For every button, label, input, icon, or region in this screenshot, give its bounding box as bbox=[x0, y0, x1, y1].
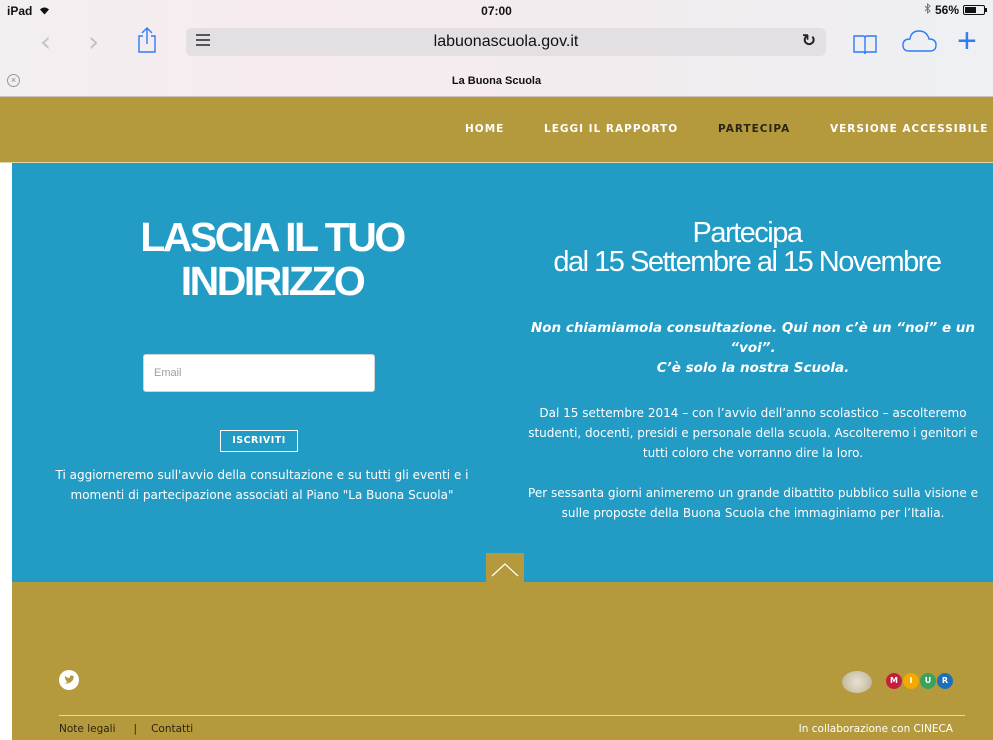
subscribe-button[interactable]: ISCRIVITI bbox=[220, 430, 298, 452]
status-right: 56% bbox=[924, 2, 987, 17]
tab-title[interactable]: La Buona Scuola bbox=[0, 75, 993, 87]
reload-icon[interactable]: ↻ bbox=[802, 31, 816, 51]
participate-paragraph-1: Dal 15 settembre 2014 – con l’avvio dell… bbox=[528, 406, 978, 460]
twitter-icon[interactable] bbox=[59, 670, 79, 690]
chevron-up-icon bbox=[491, 563, 519, 577]
footer-links: Note legali | Contatti bbox=[59, 723, 205, 735]
tagline-line1: Non chiamiamola consultazione. Qui non c… bbox=[530, 320, 976, 356]
participate-tagline: Non chiamiamola consultazione. Qui non c… bbox=[518, 318, 988, 378]
hero-section: LASCIA IL TUO INDIRIZZO ISCRIVITI Ti agg… bbox=[12, 163, 993, 583]
address-bar[interactable]: labuonascuola.gov.it ↻ bbox=[186, 28, 826, 56]
republic-emblem-logo bbox=[842, 671, 872, 693]
site-nav: HOME LEGGI IL RAPPORTO PARTECIPA VERSION… bbox=[0, 97, 993, 163]
nav-partecipa[interactable]: PARTECIPA bbox=[718, 123, 790, 135]
nav-leggi-il-rapporto[interactable]: LEGGI IL RAPPORTO bbox=[544, 123, 678, 135]
browser-toolbar: ‹ › labuonascuola.gov.it ↻ + bbox=[0, 22, 993, 62]
tagline-line2: C’è solo la nostra Scuola. bbox=[656, 360, 850, 376]
participate-paragraph-2: Per sessanta giorni animeremo un grande … bbox=[528, 486, 978, 520]
participate-title-line1: Partecipa bbox=[692, 217, 803, 249]
share-icon[interactable] bbox=[136, 26, 158, 56]
status-time: 07:00 bbox=[481, 4, 512, 18]
note-legali-link[interactable]: Note legali bbox=[59, 723, 116, 735]
contatti-link[interactable]: Contatti bbox=[151, 723, 193, 735]
signup-title-line1: LASCIA IL TUO bbox=[140, 214, 406, 260]
bluetooth-icon bbox=[924, 2, 931, 17]
signup-info: Ti aggiorneremo sull'avvio della consult… bbox=[55, 468, 469, 502]
participate-title: Partecipa dal 15 Settembre al 15 Novembr… bbox=[502, 219, 992, 277]
miur-letter-u: U bbox=[920, 673, 936, 689]
back-icon[interactable]: ‹ bbox=[40, 25, 51, 59]
scroll-to-top-button[interactable] bbox=[486, 553, 524, 583]
signup-title: LASCIA IL TUO INDIRIZZO bbox=[82, 215, 462, 303]
nav-versione-accessibile[interactable]: VERSIONE ACCESSIBILE bbox=[830, 123, 988, 135]
miur-letter-r: R bbox=[937, 673, 953, 689]
email-input[interactable] bbox=[143, 354, 375, 392]
browser-chrome: iPad 07:00 56% ‹ › labuonascuola.gov.it … bbox=[0, 0, 993, 97]
bookmarks-icon[interactable] bbox=[852, 30, 878, 55]
miur-letter-i: I bbox=[903, 673, 919, 689]
footer: M I U R Note legali | Contatti In collabor… bbox=[12, 582, 993, 740]
forward-icon[interactable]: › bbox=[88, 25, 99, 59]
address-url: labuonascuola.gov.it bbox=[433, 33, 579, 50]
footer-divider bbox=[59, 715, 965, 716]
participate-title-line2: dal 15 Settembre al 15 Novembre bbox=[553, 246, 942, 278]
signup-title-line2: INDIRIZZO bbox=[180, 258, 366, 304]
tab-bar: × La Buona Scuola bbox=[0, 66, 993, 97]
nav-home[interactable]: HOME bbox=[465, 123, 504, 135]
status-bar: iPad 07:00 56% bbox=[0, 0, 993, 20]
battery-icon bbox=[963, 5, 987, 15]
new-tab-icon[interactable]: + bbox=[957, 22, 977, 60]
miur-letter-m: M bbox=[886, 673, 902, 689]
collaboration-credit: In collaborazione con CINECA bbox=[798, 723, 953, 735]
battery-percent: 56% bbox=[934, 3, 959, 17]
miur-logo: M I U R bbox=[886, 673, 953, 689]
footer-separator: | bbox=[133, 723, 138, 735]
icloud-tabs-icon[interactable] bbox=[900, 28, 938, 54]
